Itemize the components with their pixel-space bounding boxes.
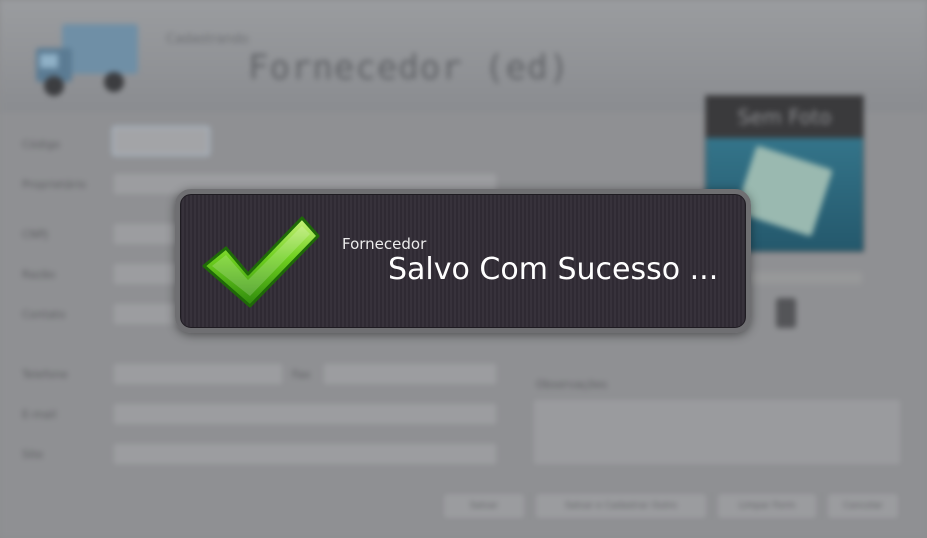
label-observacoes: Observações (536, 378, 608, 391)
photo-placeholder-label: Sem Foto (706, 96, 863, 138)
toast-title: Fornecedor (342, 235, 427, 253)
clear-form-button[interactable]: Limpar Form (716, 492, 818, 520)
success-toast: Fornecedor Salvo Com Sucesso ... (175, 189, 751, 333)
label-razao: Razão (22, 268, 56, 281)
page-title: Fornecedor (ed) (248, 48, 571, 88)
save-button[interactable]: Salvar (442, 492, 526, 520)
label-fax: Fax (292, 368, 311, 381)
codigo-field[interactable] (112, 126, 210, 156)
email-field[interactable] (112, 402, 498, 426)
site-field[interactable] (112, 442, 498, 466)
label-email: E-mail (22, 408, 57, 421)
label-codigo: Código (22, 138, 61, 151)
save-and-new-button[interactable]: Salvar e Cadastrar Outro (534, 492, 708, 520)
truck-icon (36, 24, 138, 96)
label-site: Site (22, 448, 44, 461)
header-subtitle: Cadastrando (166, 32, 249, 47)
telefone-field[interactable] (112, 362, 284, 386)
label-telefone: Telefone (22, 368, 68, 381)
label-cnpj: CNPJ (22, 228, 48, 241)
toast-message: Salvo Com Sucesso ... (388, 252, 719, 287)
fax-field[interactable] (322, 362, 498, 386)
camera-icon[interactable] (776, 298, 796, 328)
label-contato: Contato (22, 308, 66, 321)
label-proprietario: Proprietário (22, 178, 87, 191)
check-icon (202, 216, 320, 308)
observacoes-textarea[interactable] (532, 398, 902, 466)
cancel-button[interactable]: Cancelar (826, 492, 900, 520)
